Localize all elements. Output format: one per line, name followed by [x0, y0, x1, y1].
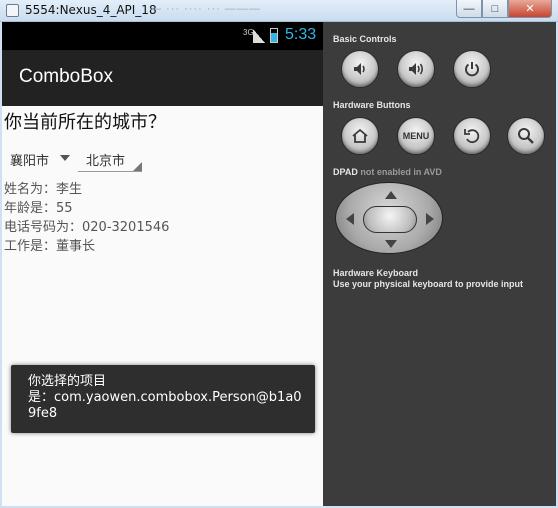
hardware-keyboard-title: Hardware Keyboard	[333, 268, 419, 278]
window-faint-title: — ··· ···· ··· ———	[150, 3, 261, 15]
action-bar: ComboBox	[2, 50, 323, 106]
emulator-window: 3G 5:33 ComboBox 你当前所在的城市？ 襄阳市 北京市 姓名为：李…	[2, 22, 556, 506]
dpad-right-icon[interactable]	[426, 213, 434, 225]
dpad-label: DPAD	[333, 167, 358, 177]
toast-line-2: 是：com.yaowen.combobox.Person@b1a0	[28, 390, 302, 405]
dpad-up-icon[interactable]	[385, 191, 397, 199]
maximize-button[interactable]: □	[482, 0, 508, 18]
toast-line-3: 9fe8	[28, 406, 58, 421]
search-button[interactable]	[507, 117, 545, 155]
signal-icon	[253, 29, 265, 43]
power-button[interactable]	[453, 50, 491, 88]
dpad-down-icon[interactable]	[385, 240, 397, 248]
emulator-controls-panel: Basic Controls Hardware Buttons MENU DPA…	[323, 22, 556, 506]
spinner-corner-icon	[133, 162, 142, 171]
volume-down-button[interactable]	[341, 50, 379, 88]
dpad-left-icon[interactable]	[346, 213, 354, 225]
volume-down-icon	[354, 63, 365, 75]
battery-icon	[270, 28, 278, 43]
dpad[interactable]	[335, 182, 443, 254]
toast-line-1: 你选择的项目	[28, 374, 107, 389]
clock: 5:33	[285, 26, 317, 43]
app-title: ComboBox	[19, 66, 113, 87]
toast-message: 你选择的项目 是：com.yaowen.combobox.Person@b1a0…	[11, 365, 315, 433]
city-spinner-2[interactable]: 北京市	[78, 150, 142, 172]
city-spinner-1[interactable]: 襄阳市	[10, 150, 70, 172]
status-bar: 3G 5:33	[2, 22, 323, 50]
spinner-2-value: 北京市	[86, 154, 126, 169]
menu-button[interactable]: MENU	[397, 117, 435, 155]
question-label: 你当前所在的城市？	[4, 112, 166, 133]
close-button[interactable]: ✕	[508, 0, 552, 18]
menu-label: MENU	[402, 131, 430, 141]
hardware-buttons-title: Hardware Buttons	[333, 100, 411, 110]
main-content: 你当前所在的城市？ 襄阳市 北京市 姓名为：李生 年龄是：55 电话号码为：02…	[2, 106, 323, 506]
dpad-center-button[interactable]	[363, 206, 417, 233]
volume-up-button[interactable]	[397, 50, 435, 88]
window-controls: — □ ✕	[456, 0, 552, 18]
dpad-note: not enabled in AVD	[360, 167, 442, 177]
back-icon	[464, 129, 480, 144]
window-title: 5554:Nexus_4_API_18	[25, 3, 157, 17]
person-job: 工作是：董事长	[4, 239, 96, 254]
home-button[interactable]	[341, 117, 379, 155]
back-button[interactable]	[453, 117, 491, 155]
search-icon	[518, 128, 534, 144]
power-icon	[465, 62, 479, 77]
volume-up-icon	[409, 63, 424, 75]
minimize-button[interactable]: —	[456, 0, 482, 18]
person-phone: 电话号码为：020-3201546	[4, 220, 170, 235]
app-icon	[6, 4, 19, 17]
person-age: 年龄是：55	[4, 201, 73, 216]
basic-controls-title: Basic Controls	[333, 34, 397, 44]
window-titlebar: 5554:Nexus_4_API_18 — ··· ···· ··· ——— —…	[0, 0, 558, 22]
spinner-1-value: 襄阳市	[10, 154, 50, 169]
person-name: 姓名为：李生	[4, 182, 83, 197]
dpad-title: DPAD not enabled in AVD	[333, 167, 442, 177]
home-icon	[352, 128, 368, 143]
hardware-keyboard-note: Use your physical keyboard to provide in…	[333, 279, 524, 289]
device-screen[interactable]: 3G 5:33 ComboBox 你当前所在的城市？ 襄阳市 北京市 姓名为：李…	[2, 22, 323, 506]
